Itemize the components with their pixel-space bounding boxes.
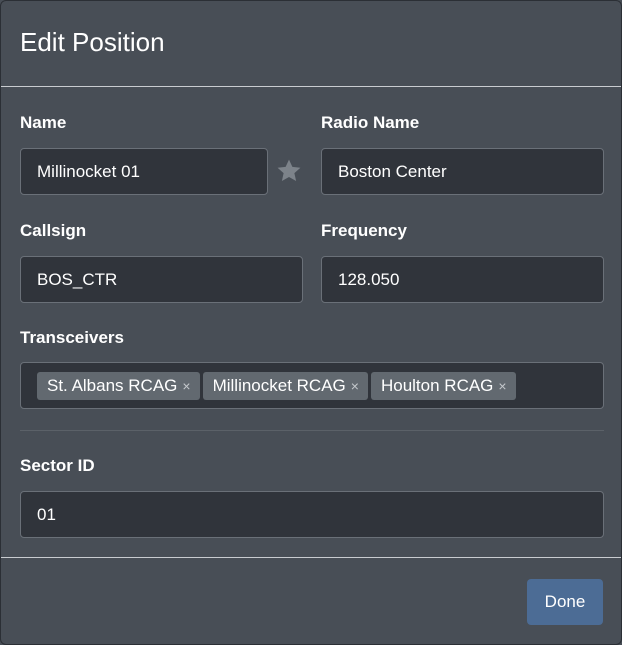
callsign-label: Callsign xyxy=(20,221,87,240)
frequency-label: Frequency xyxy=(321,221,407,240)
tag-label: St. Albans RCAG xyxy=(47,375,178,395)
close-icon[interactable]: × xyxy=(351,378,359,394)
callsign-input[interactable] xyxy=(20,256,303,303)
transceiver-tag: Houlton RCAG × xyxy=(370,371,516,400)
dialog-footer: Done xyxy=(1,557,621,644)
dialog-title: Edit Position xyxy=(20,27,165,57)
done-button[interactable]: Done xyxy=(527,579,603,625)
transceivers-label: Transceivers xyxy=(20,328,124,347)
tag-label: Houlton RCAG xyxy=(380,375,494,395)
star-icon[interactable] xyxy=(275,157,303,185)
edit-position-dialog: Edit Position Name Radio Name Callsign F… xyxy=(0,0,622,645)
radio-name-label: Radio Name xyxy=(321,113,420,132)
dialog-header: Edit Position xyxy=(1,1,621,87)
name-input[interactable] xyxy=(20,148,268,195)
sector-id-input[interactable] xyxy=(20,491,604,538)
transceiver-tag: St. Albans RCAG × xyxy=(37,371,200,400)
name-label: Name xyxy=(20,113,67,132)
transceiver-tag: Millinocket RCAG × xyxy=(202,371,368,400)
frequency-input[interactable] xyxy=(321,256,604,303)
radio-name-input[interactable] xyxy=(321,148,604,195)
close-icon[interactable]: × xyxy=(498,378,506,394)
close-icon[interactable]: × xyxy=(182,378,190,394)
tag-label: Millinocket RCAG xyxy=(212,375,346,395)
sector-id-label: Sector ID xyxy=(20,456,95,475)
section-divider xyxy=(20,430,604,431)
transceivers-tag-input[interactable]: St. Albans RCAG × Millinocket RCAG × Hou… xyxy=(20,362,604,409)
dialog-body: Name Radio Name Callsign Frequency Trans… xyxy=(1,88,621,558)
